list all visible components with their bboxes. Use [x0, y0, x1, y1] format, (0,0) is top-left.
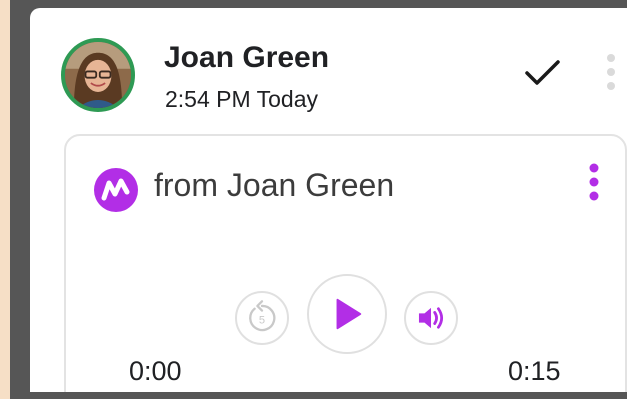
message-card: Joan Green 2:54 PM Today from Joan Green: [30, 8, 627, 392]
rewind-5-button[interactable]: 5: [235, 291, 289, 345]
play-icon: [336, 298, 362, 330]
total-duration: 0:15: [508, 356, 561, 386]
user-photo-icon: [65, 42, 131, 108]
rewind-seconds-label: 5: [259, 315, 265, 327]
header-more-menu-icon[interactable]: [604, 52, 618, 92]
window-frame: Joan Green 2:54 PM Today from Joan Green: [10, 0, 627, 399]
sender-avatar[interactable]: [61, 38, 135, 112]
rewind-5-icon: 5: [249, 300, 276, 332]
checkmark-icon[interactable]: [522, 52, 562, 92]
message-timestamp: 2:54 PM Today: [165, 86, 319, 112]
from-label: from Joan Green: [154, 167, 395, 203]
play-button[interactable]: [307, 274, 387, 354]
card-more-menu-icon[interactable]: [586, 162, 602, 202]
wavy-m-logo-icon: [92, 166, 140, 214]
current-time: 0:00: [129, 356, 182, 386]
sender-name: Joan Green: [164, 41, 330, 74]
volume-icon: [418, 307, 444, 329]
volume-button[interactable]: [404, 291, 458, 345]
voice-message-card: from Joan Green 5 0:00 0:15: [64, 134, 627, 392]
